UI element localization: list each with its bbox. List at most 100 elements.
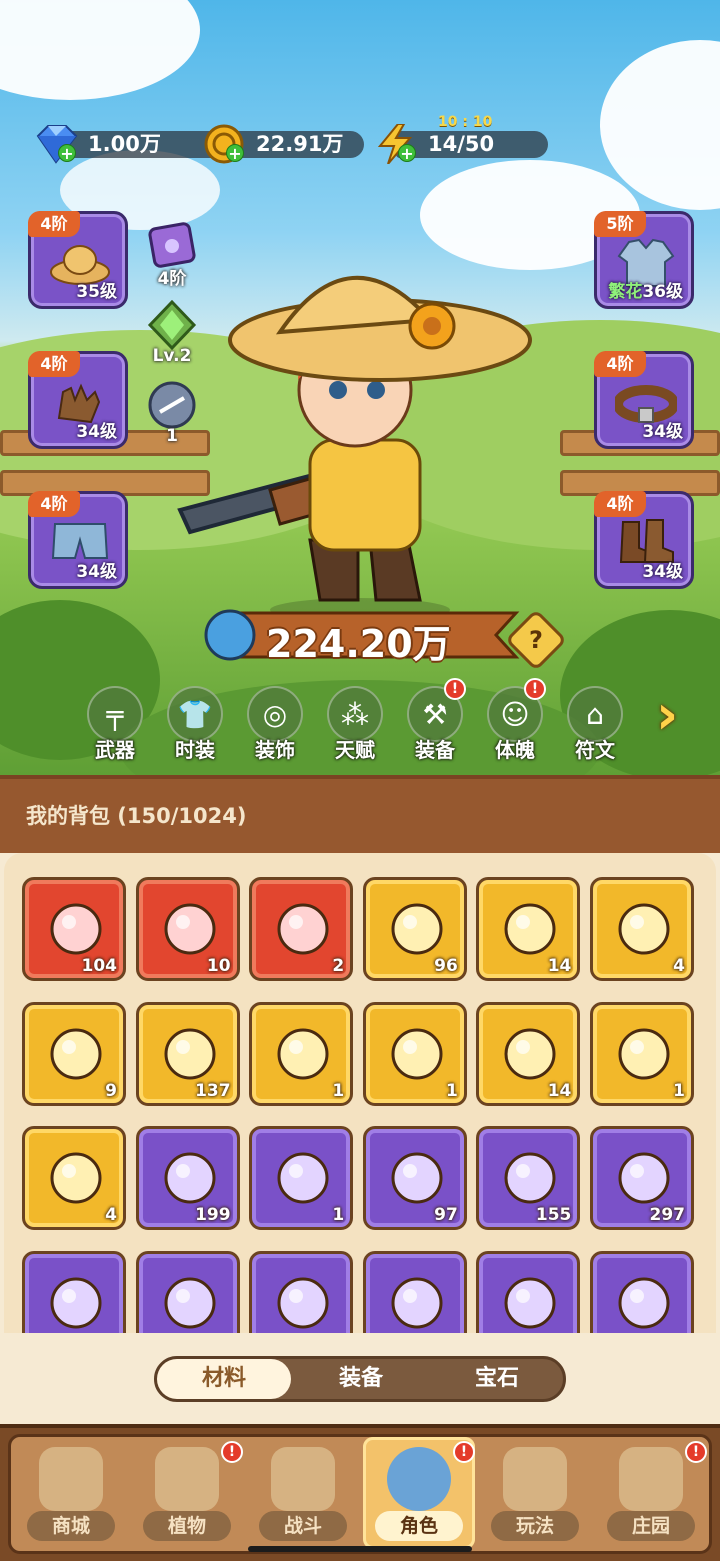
item-quantity: 155 bbox=[535, 1205, 572, 1225]
nav-shop[interactable]: 商城 bbox=[15, 1437, 127, 1549]
bag-title: 我的背包 (150/1024) bbox=[26, 804, 247, 828]
bag-item[interactable] bbox=[135, 1250, 240, 1333]
bag-item[interactable]: 14 bbox=[476, 877, 581, 981]
nav-plant[interactable]: 植物! bbox=[131, 1437, 243, 1549]
bag-item[interactable]: 137 bbox=[135, 1001, 240, 1106]
bag-item[interactable]: 1 bbox=[362, 1001, 467, 1106]
purple-scroll-icon bbox=[504, 1152, 556, 1204]
feature-label: 符文 bbox=[575, 738, 615, 762]
bag-item[interactable] bbox=[362, 1250, 467, 1333]
tab-equipment[interactable]: 装备 bbox=[291, 1359, 431, 1399]
feature-rune-shrine[interactable]: ⌂ 符文 bbox=[564, 686, 626, 766]
feature-equipment[interactable]: ⚒ 装备! bbox=[404, 678, 466, 766]
help-icon: ? bbox=[529, 626, 543, 654]
item-quantity: 9 bbox=[105, 1080, 117, 1101]
bag-item[interactable]: 14 bbox=[476, 1001, 581, 1106]
item-quantity: 97 bbox=[434, 1205, 458, 1225]
feature-shirt[interactable]: 👕 时装 bbox=[164, 686, 226, 766]
feature-mask[interactable]: ◎ 装饰 bbox=[244, 686, 306, 766]
bag-panel: 104 10 2 96 14 4 9 137 1 1 14 1 4 199 1 97 155 297 bbox=[4, 853, 716, 1333]
bag-item[interactable]: 1 bbox=[249, 1001, 354, 1106]
alert-badge: ! bbox=[453, 1441, 475, 1463]
equip-slot-belt[interactable]: 4阶 34级 bbox=[594, 351, 694, 449]
bag-item[interactable] bbox=[249, 1250, 354, 1333]
equip-slot-pants[interactable]: 4阶 34级 bbox=[28, 491, 128, 589]
combat-power-banner bbox=[204, 609, 520, 661]
plant-icon bbox=[155, 1447, 219, 1511]
bag-item[interactable]: 2 bbox=[249, 877, 354, 981]
feature-gun[interactable]: ╤ 武器 bbox=[84, 686, 146, 766]
bag-item[interactable]: 4 bbox=[590, 877, 694, 981]
bag-item[interactable]: 97 bbox=[362, 1126, 467, 1230]
bag-item[interactable] bbox=[22, 1250, 126, 1333]
bag-item[interactable] bbox=[476, 1250, 581, 1333]
bag-item[interactable]: 1 bbox=[590, 1001, 694, 1106]
feature-physique[interactable]: ☺ 体魄! bbox=[484, 678, 546, 766]
bag-item[interactable]: 1 bbox=[249, 1126, 354, 1230]
level-label: 34级 bbox=[642, 562, 683, 582]
item-quantity: 137 bbox=[195, 1080, 231, 1101]
manor-icon bbox=[619, 1447, 683, 1511]
item-quantity: 4 bbox=[105, 1205, 117, 1225]
bag-item[interactable]: 9 bbox=[22, 1001, 126, 1106]
bag-item[interactable]: 155 bbox=[476, 1126, 581, 1230]
equip-slot-hat[interactable]: 4阶 35级 bbox=[28, 211, 128, 309]
tab-materials[interactable]: 材料 bbox=[157, 1359, 291, 1399]
equip-slot-gloves[interactable]: 4阶 34级 bbox=[28, 351, 128, 449]
blue-scroll-icon bbox=[618, 1152, 670, 1204]
tab-gems[interactable]: 宝石 bbox=[431, 1359, 563, 1399]
bag-item[interactable]: 297 bbox=[590, 1126, 694, 1230]
energy-timer: 10 : 10 bbox=[438, 114, 493, 130]
green-scroll-icon bbox=[391, 1152, 443, 1204]
character-icon bbox=[387, 1447, 451, 1511]
bag-tabs: 材料 装备 宝石 bbox=[154, 1356, 566, 1402]
feature-label: 装备 bbox=[415, 738, 455, 762]
orange-potion-icon bbox=[164, 1028, 216, 1079]
chevron-right-icon[interactable]: › bbox=[656, 688, 696, 742]
purple-potion-icon bbox=[277, 1277, 329, 1328]
crystal-star-icon bbox=[50, 903, 102, 955]
feature-label: 武器 bbox=[95, 738, 135, 762]
golden-drop-icon bbox=[618, 1277, 670, 1328]
tier-badge: 4阶 bbox=[594, 491, 646, 517]
golden-fish-icon bbox=[391, 903, 443, 955]
nav-manor[interactable]: 庄园! bbox=[595, 1437, 707, 1549]
bag-item[interactable]: 199 bbox=[135, 1126, 240, 1230]
golden-flower-bud-icon bbox=[618, 903, 670, 955]
item-quantity: 2 bbox=[332, 956, 345, 976]
home-indicator bbox=[248, 1546, 472, 1552]
item-quantity: 96 bbox=[434, 956, 458, 976]
item-quantity: 14 bbox=[547, 1080, 572, 1101]
bag-item[interactable] bbox=[590, 1250, 694, 1333]
item-quantity: 1 bbox=[673, 1080, 685, 1101]
alert-badge: ! bbox=[221, 1441, 243, 1463]
red-scroll-icon bbox=[50, 1277, 102, 1328]
item-quantity: 199 bbox=[195, 1205, 231, 1225]
item-quantity: 104 bbox=[81, 956, 118, 976]
feature-label: 天赋 bbox=[335, 738, 375, 762]
gold-plus-button[interactable]: + bbox=[226, 144, 244, 163]
gold-ore-icon bbox=[277, 1028, 329, 1079]
energy-plus-button[interactable]: + bbox=[398, 144, 416, 163]
bottom-nav: 商城 植物! 战斗 角色! 玩法 庄园! bbox=[0, 1424, 720, 1561]
purple-book-icon bbox=[504, 1028, 556, 1079]
equip-slot-jacket[interactable]: 5阶 繁花36级 bbox=[594, 211, 694, 309]
fruit-basket-icon bbox=[391, 1277, 443, 1328]
nav-label: 角色 bbox=[375, 1511, 463, 1541]
berry-skewer-icon bbox=[164, 1152, 216, 1204]
item-quantity: 14 bbox=[547, 956, 572, 976]
diamond-plus-button[interactable]: + bbox=[58, 144, 76, 163]
nav-battle[interactable]: 战斗 bbox=[247, 1437, 359, 1549]
energy-value: 14/50 bbox=[396, 131, 548, 158]
level-label: 35级 bbox=[76, 282, 117, 302]
feature-talent-nodes[interactable]: ⁂ 天赋 bbox=[324, 686, 386, 766]
dark-rune-stone-icon bbox=[50, 1028, 102, 1079]
nav-character[interactable]: 角色! bbox=[363, 1437, 475, 1549]
bag-item[interactable]: 96 bbox=[362, 877, 467, 981]
bag-item[interactable]: 4 bbox=[22, 1126, 126, 1230]
nav-label: 植物 bbox=[143, 1511, 231, 1541]
bag-item[interactable]: 10 bbox=[135, 877, 240, 981]
bag-item[interactable]: 104 bbox=[22, 877, 126, 981]
nav-gameplay[interactable]: 玩法 bbox=[479, 1437, 591, 1549]
equip-slot-boots[interactable]: 4阶 34级 bbox=[594, 491, 694, 589]
